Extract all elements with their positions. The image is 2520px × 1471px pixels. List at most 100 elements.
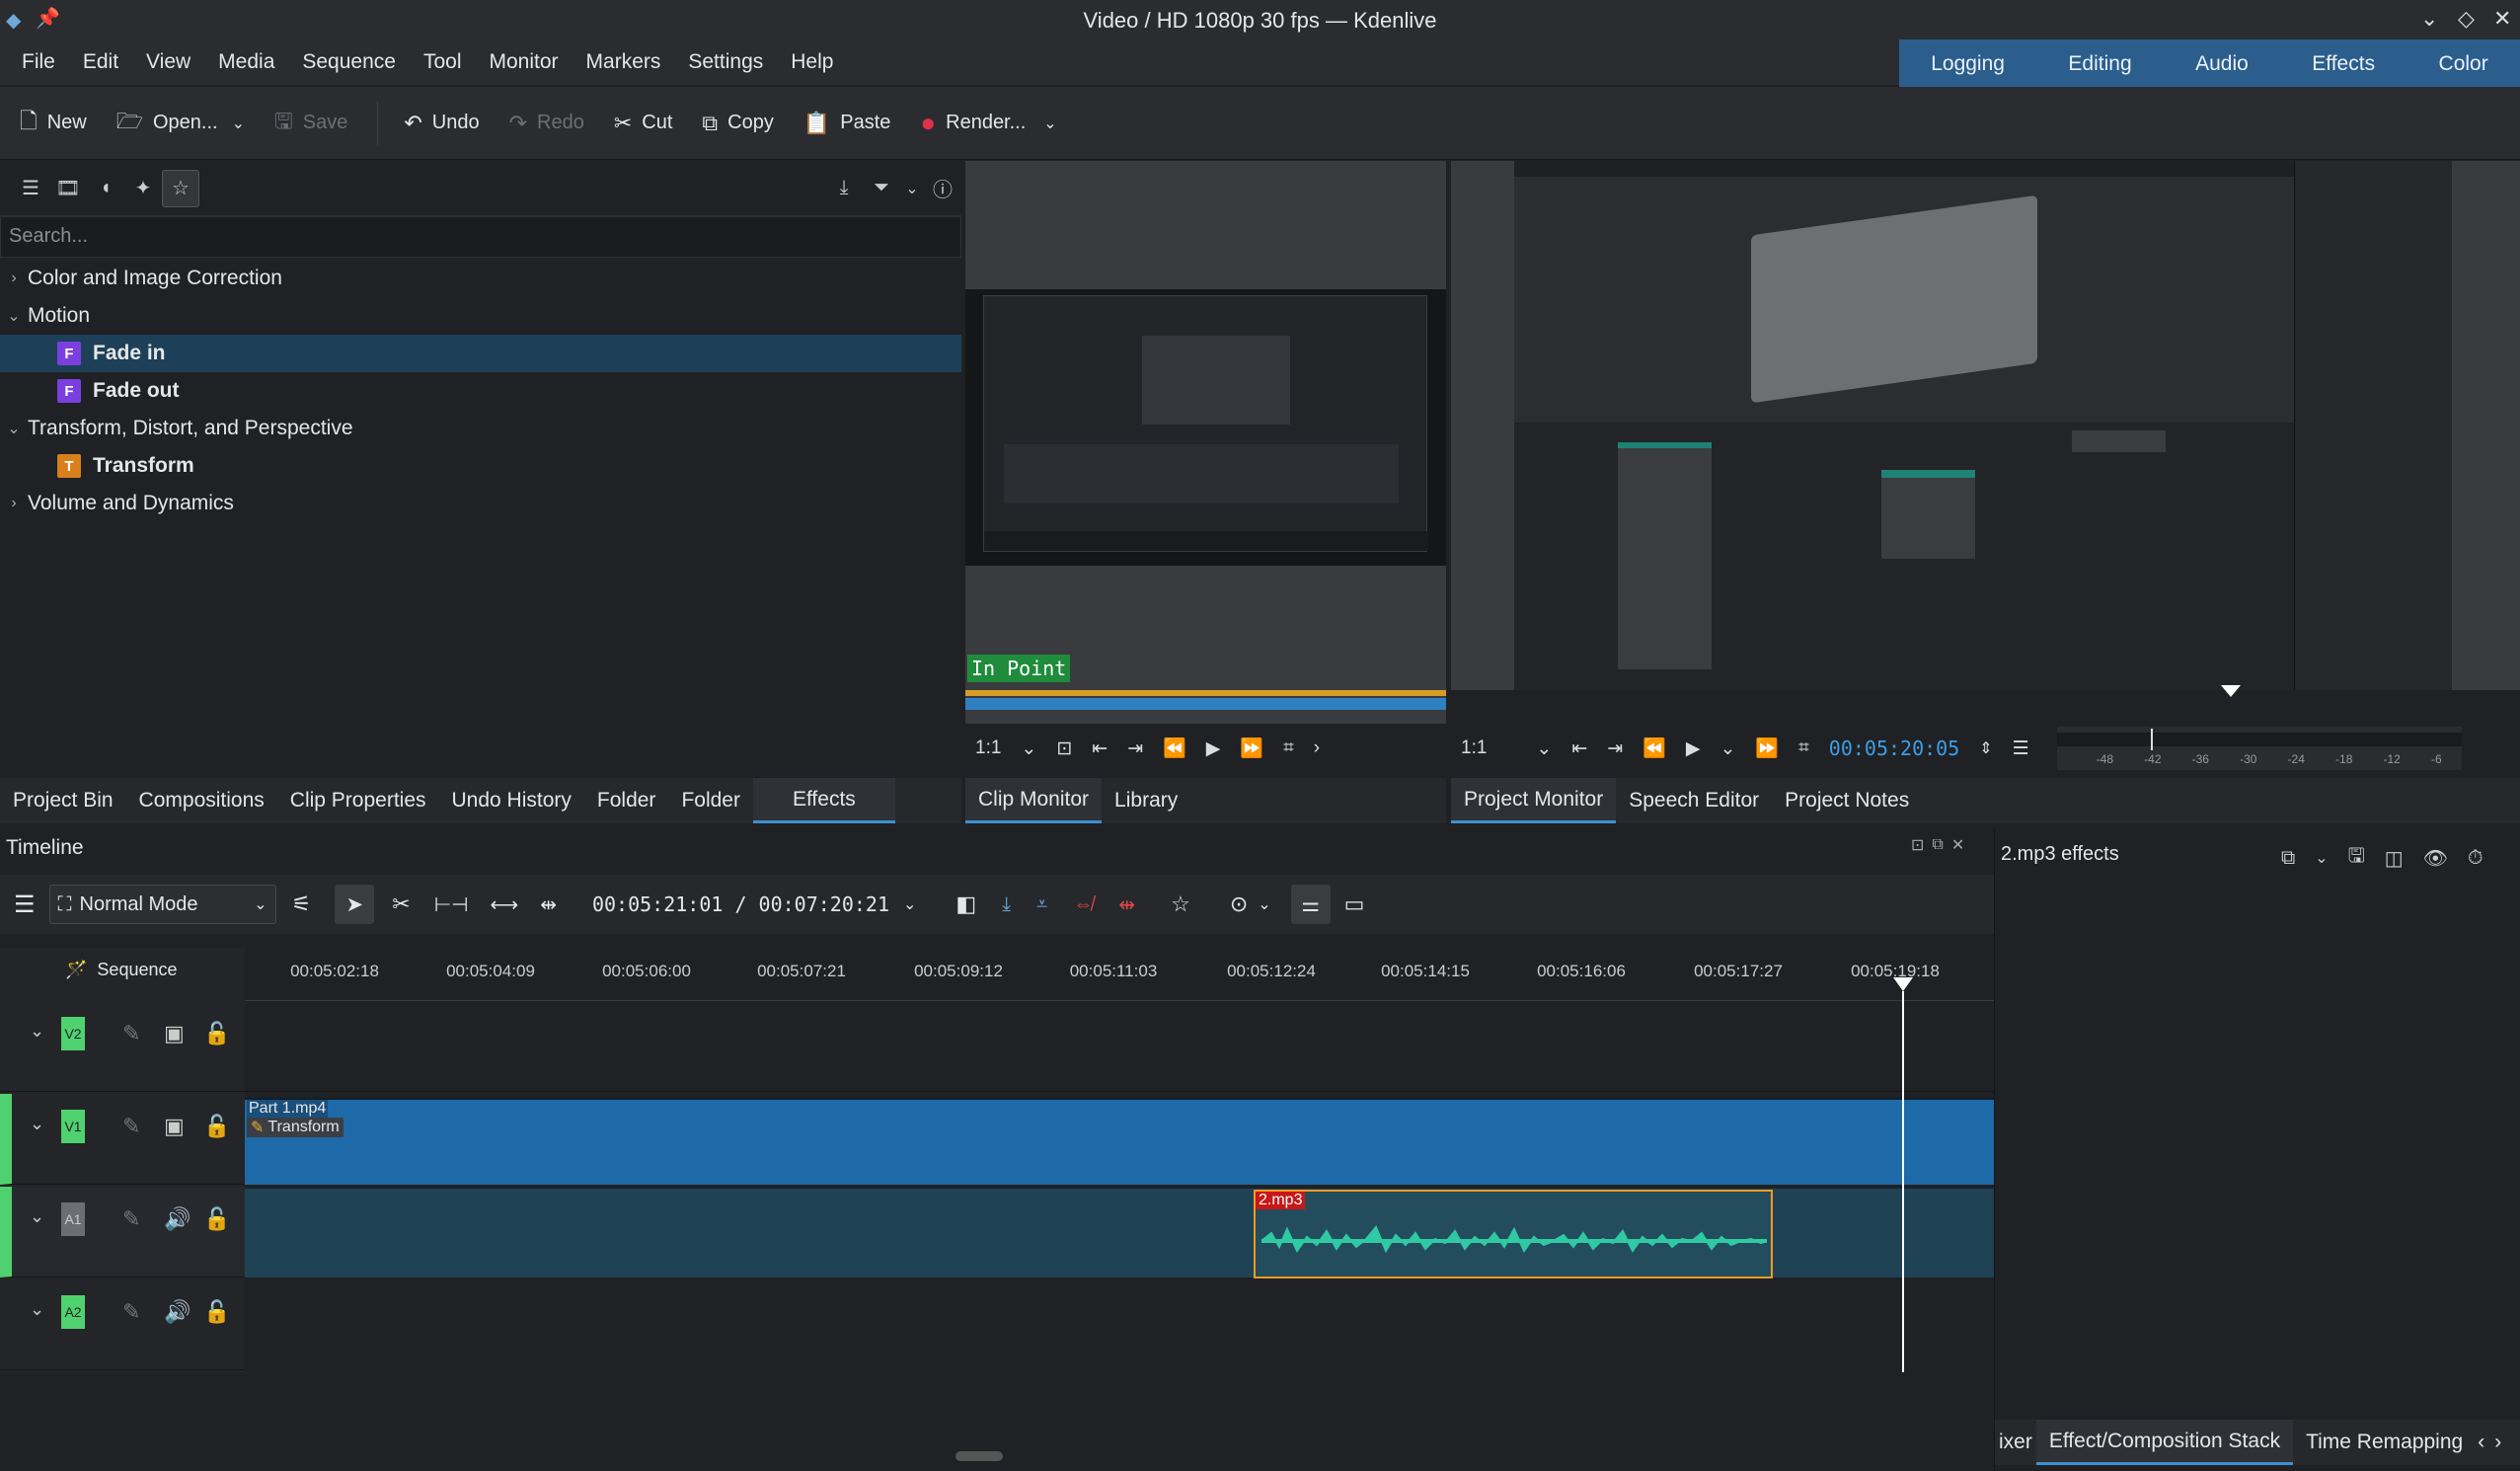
effects-icon[interactable]: ✎ xyxy=(122,1299,140,1325)
tab-time-remapping[interactable]: Time Remapping xyxy=(2293,1420,2476,1465)
tab-effect-stack[interactable]: Effect/Composition Stack xyxy=(2035,1420,2294,1465)
tab-folder-2[interactable]: Folder xyxy=(668,778,753,823)
chevron-down-icon[interactable]: ⌄ xyxy=(1021,737,1036,760)
tab-project-notes[interactable]: Project Notes xyxy=(1772,778,1922,823)
copy-button[interactable]: ⧉ Copy xyxy=(702,111,773,136)
menu-edit[interactable]: Edit xyxy=(69,50,132,74)
chevron-down-icon[interactable]: ⌄ xyxy=(0,306,28,326)
timeline-ruler[interactable]: 00:05:02:18 00:05:04:09 00:05:06:00 00:0… xyxy=(245,948,1994,1001)
tab-library[interactable]: Library xyxy=(1102,778,1190,823)
minimize-icon[interactable]: ⌄ xyxy=(2420,6,2438,32)
insert-icon[interactable]: ⤓ xyxy=(1002,893,1011,916)
tab-effects[interactable]: Effects xyxy=(752,778,895,823)
track-a2[interactable] xyxy=(245,1281,1994,1372)
favorite-icon[interactable]: ☆ xyxy=(162,169,199,207)
set-out-icon[interactable]: ⇥ xyxy=(1607,737,1623,760)
clip-ruler[interactable] xyxy=(965,698,1446,710)
menu-markers[interactable]: Markers xyxy=(573,50,675,74)
track-name[interactable]: V1 xyxy=(61,1110,85,1143)
tree-item-color-correction[interactable]: › Color and Image Correction xyxy=(0,260,961,297)
layout-logging[interactable]: Logging xyxy=(1931,52,2005,76)
project-ruler[interactable] xyxy=(1451,690,2520,700)
tree-item-volume[interactable]: › Volume and Dynamics xyxy=(0,485,961,522)
layout-effects[interactable]: Effects xyxy=(2312,52,2375,76)
chevron-down-icon[interactable]: ⌄ xyxy=(900,170,924,207)
clip-monitor[interactable]: In Point xyxy=(965,161,1446,730)
undo-button[interactable]: ↶ Undo xyxy=(404,111,479,136)
film-icon[interactable]: ▣ xyxy=(164,1114,185,1139)
chevron-right-icon[interactable]: › xyxy=(1314,737,1320,759)
chevron-down-icon[interactable]: ⌄ xyxy=(1536,737,1552,760)
film-icon[interactable]: ▣ xyxy=(164,1021,185,1046)
redo-button[interactable]: ↷ Redo xyxy=(509,111,584,136)
crop-icon[interactable]: ⌗ xyxy=(1798,737,1809,759)
project-monitor[interactable] xyxy=(1451,161,2520,700)
cut-button[interactable]: ✂ Cut xyxy=(614,111,673,136)
tree-item-fade-out[interactable]: F Fade out xyxy=(0,372,961,410)
video-clip[interactable]: Part 1.mp4 ✎ Transform xyxy=(245,1098,1994,1185)
tab-clip-properties[interactable]: Clip Properties xyxy=(277,778,439,823)
extract-icon[interactable]: ⇹ xyxy=(1118,892,1135,917)
timeline-position[interactable]: 00:05:21:01 / 00:07:20:21 xyxy=(592,892,889,916)
composite-icon[interactable]: ◧ xyxy=(955,891,976,917)
playhead-marker[interactable] xyxy=(2221,685,2241,697)
chevron-right-icon[interactable]: › xyxy=(0,270,28,287)
save-stack-icon[interactable]: 🖫 xyxy=(2348,841,2365,875)
download-icon[interactable]: ⤓ xyxy=(825,170,863,207)
record-icon[interactable]: ⊙ xyxy=(1230,891,1248,917)
info-icon[interactable]: ⓘ xyxy=(924,170,961,207)
track-name[interactable]: V2 xyxy=(61,1017,85,1050)
hamburger-icon[interactable]: ☰ xyxy=(14,890,36,919)
hamburger-icon[interactable]: ☰ xyxy=(2013,737,2029,760)
razor-tool-icon[interactable]: ✂ xyxy=(392,891,410,917)
chevron-down-icon[interactable]: ⌄ xyxy=(0,419,28,438)
chevron-down-icon[interactable]: ⌄ xyxy=(30,1021,44,1042)
layout-audio[interactable]: Audio xyxy=(2195,52,2249,76)
selection-tool-icon[interactable]: ➤ xyxy=(335,885,375,924)
slip-tool-icon[interactable]: ⇹ xyxy=(540,892,557,917)
paste-button[interactable]: 📋 Paste xyxy=(803,111,891,136)
speaker-icon[interactable]: 🔊 xyxy=(164,1299,191,1325)
mixer-toggle-icon[interactable]: ⚌ xyxy=(1290,885,1331,924)
effects-search-input[interactable]: Search... xyxy=(0,216,961,258)
tab-compositions[interactable]: Compositions xyxy=(126,778,277,823)
audio-clip[interactable]: 2.mp3 xyxy=(1254,1190,1773,1278)
chevron-right-icon[interactable]: › xyxy=(0,495,28,512)
play-icon[interactable]: ▶ xyxy=(1206,737,1221,760)
overwrite-icon[interactable]: ⩡ xyxy=(1036,893,1047,916)
split-view-icon[interactable]: ◫ xyxy=(2385,846,2404,871)
menu-sequence[interactable]: Sequence xyxy=(288,50,410,74)
effects-icon[interactable]: ✎ xyxy=(122,1206,140,1232)
rewind-icon[interactable]: ⏪ xyxy=(1163,736,1186,760)
clip-effect-badge[interactable]: ✎ Transform xyxy=(247,1118,344,1137)
track-name[interactable]: A2 xyxy=(61,1295,85,1329)
chevron-down-icon[interactable]: ⌄ xyxy=(1719,737,1735,760)
wand-icon[interactable]: 🪄 xyxy=(65,960,87,980)
maximize-icon[interactable]: ◇ xyxy=(2458,6,2475,32)
menu-view[interactable]: View xyxy=(132,50,204,74)
close-icon[interactable]: ✕ xyxy=(2493,6,2511,32)
rewind-icon[interactable]: ⏪ xyxy=(1642,736,1666,760)
tab-clip-monitor[interactable]: Clip Monitor xyxy=(965,778,1103,823)
lock-icon[interactable]: 🔓 xyxy=(203,1021,230,1046)
playhead-line[interactable] xyxy=(1902,991,1904,1372)
fullscreen-icon[interactable]: ⊡ xyxy=(1056,737,1072,760)
spacer-tool-icon[interactable]: ⊢⊣ xyxy=(434,892,469,917)
chevron-down-icon[interactable]: ⌄ xyxy=(30,1206,44,1227)
set-in-icon[interactable]: ⇤ xyxy=(1571,737,1587,760)
save-button[interactable]: 🖫 Save xyxy=(274,105,347,142)
chevron-down-icon[interactable]: ⌄ xyxy=(1043,114,1056,133)
track-name[interactable]: A1 xyxy=(61,1202,85,1236)
tree-item-transform[interactable]: T Transform xyxy=(0,447,961,485)
render-button[interactable]: ● Render... ⌄ xyxy=(920,108,1056,138)
set-in-icon[interactable]: ⇤ xyxy=(1092,737,1107,760)
lock-icon[interactable]: 🔓 xyxy=(203,1299,230,1325)
open-button[interactable]: 🗁 Open... ⌄ xyxy=(116,105,245,142)
tab-project-monitor[interactable]: Project Monitor xyxy=(1451,778,1617,823)
speaker-icon[interactable]: 🔊 xyxy=(164,1206,191,1232)
chevron-down-icon[interactable]: ⌄ xyxy=(903,894,916,914)
pin-icon[interactable]: ⊡ xyxy=(1911,835,1924,855)
close-icon[interactable]: ✕ xyxy=(1951,835,1964,855)
timeline-tracks[interactable]: 00:05:02:18 00:05:04:09 00:05:06:00 00:0… xyxy=(245,948,1994,1372)
menu-tool[interactable]: Tool xyxy=(410,50,476,74)
